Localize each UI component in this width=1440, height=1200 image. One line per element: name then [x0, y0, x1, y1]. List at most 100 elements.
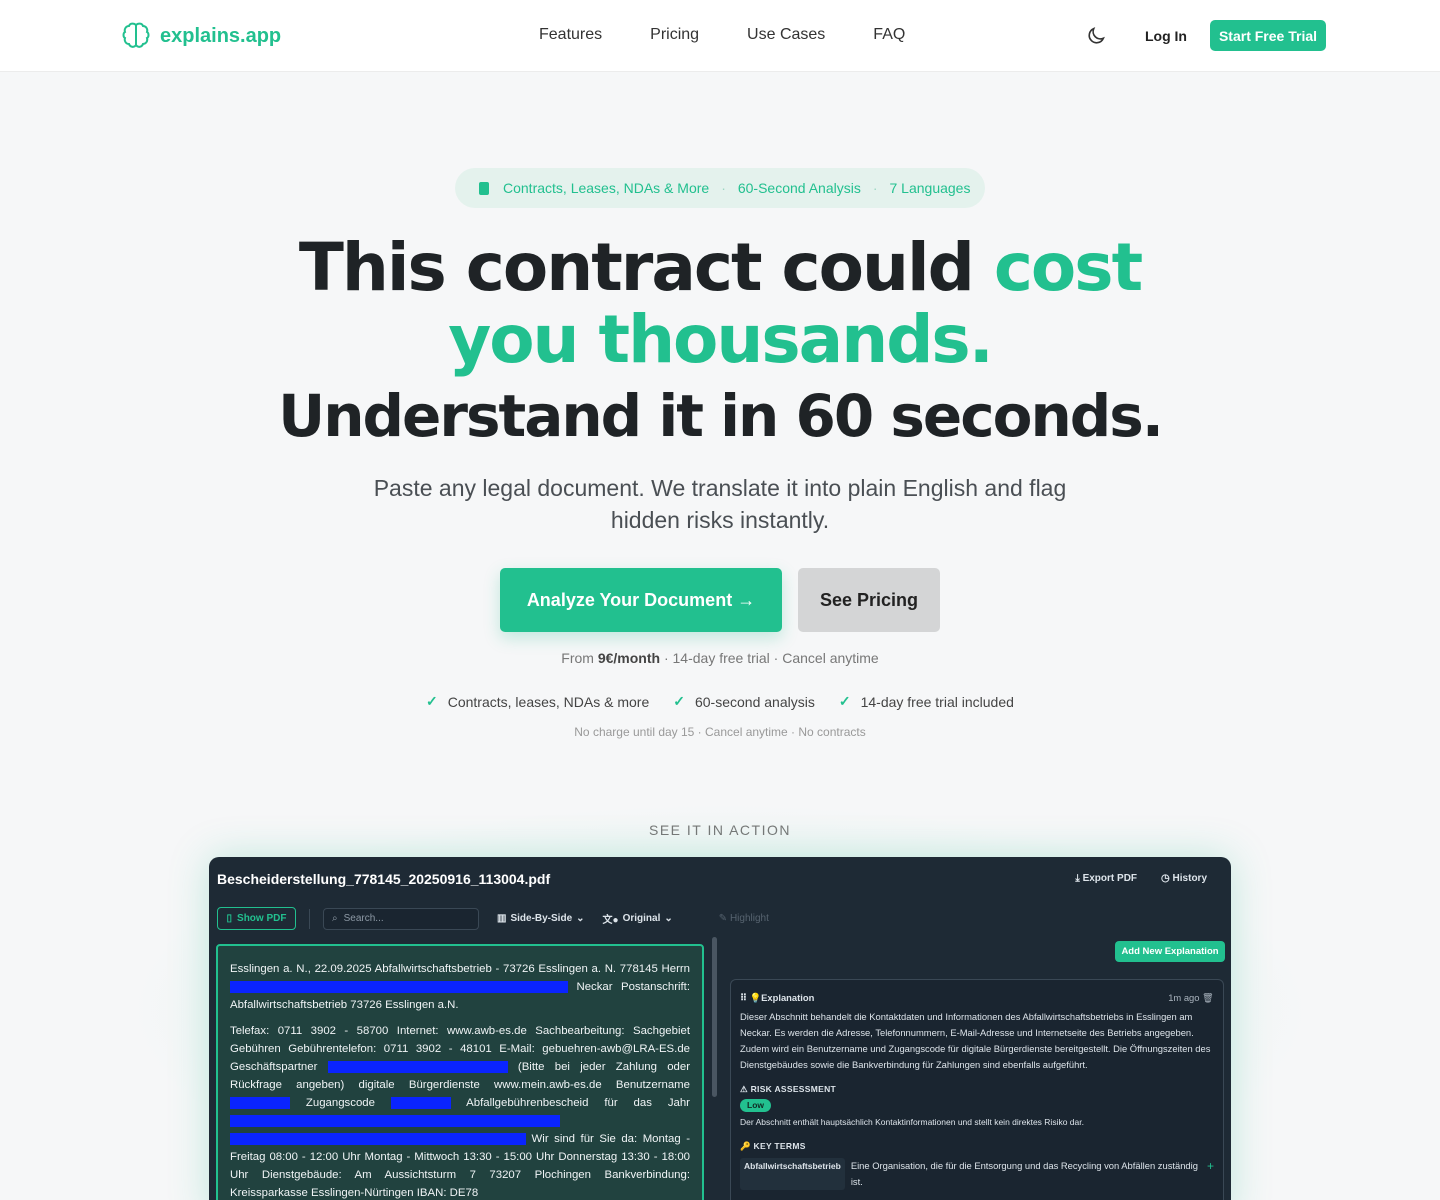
top-nav: explains.app Features Pricing Use Cases … [0, 0, 1440, 72]
add-explanation-button[interactable]: Add New Explanation [1115, 941, 1225, 962]
benefit-label: Contracts, leases, NDAs & more [447, 693, 650, 710]
export-pdf-label: Export PDF [1082, 873, 1138, 884]
pricing-note-suffix: · 14-day free trial · Cancel anytime [660, 650, 879, 666]
key-icon: 🔑 [740, 1141, 754, 1151]
start-trial-button[interactable]: Start Free Trial [1210, 20, 1326, 51]
language-label: Original [622, 913, 661, 924]
lightbulb-icon: 💡 [749, 992, 762, 1003]
benefit-label: 60-second analysis [694, 693, 815, 710]
language-dropdown[interactable]: 文● Original ⌄ [603, 911, 673, 926]
redaction-mark [390, 1096, 451, 1109]
check-icon: ✓ [838, 693, 851, 709]
document-filename: Bescheiderstellung_778145_20250916_11300… [217, 871, 551, 887]
document-text-pane[interactable]: Esslingen a. N., 22.09.2025 Abfallwirtsc… [216, 944, 704, 1200]
brand-name: explains.app [160, 24, 282, 47]
toolbar: ▯ Show PDF ⌕ Search... ▥ Side-By-Side ⌄ 文● Or… [217, 907, 769, 930]
benefit-item: ✓ 60-second analysis [673, 693, 815, 710]
columns-icon: ▥ [497, 913, 507, 924]
nav-link-features[interactable]: Features [539, 26, 602, 44]
document-text: Abfallgebührenbescheid für das Jahr [466, 1097, 690, 1109]
benefit-item: ✓ 14-day free trial included [839, 693, 1014, 710]
trash-icon[interactable]: 🗑 [1202, 992, 1214, 1003]
explanation-body: Dieser Abschnitt behandelt die Kontaktda… [740, 1011, 1211, 1070]
document-paragraph: Telefax: 0711 3902 - 58700 Internet: www… [230, 1022, 690, 1200]
plus-icon[interactable]: + [1207, 1158, 1214, 1190]
key-terms-heading: 🔑 KEY TERMS [740, 1138, 1214, 1154]
pill-separator: · [872, 180, 878, 196]
risk-level-badge: Low [740, 1099, 771, 1112]
search-icon: ⌕ [332, 913, 338, 924]
redaction-mark [230, 1132, 526, 1145]
brain-icon [122, 22, 150, 48]
check-icon: ✓ [673, 693, 685, 709]
document-paragraph: Esslingen a. N., 22.09.2025 Abfallwirtsc… [230, 960, 690, 1014]
pricing-note-price: 9€/month [597, 650, 661, 666]
pricing-note-prefix: From [561, 650, 598, 666]
view-mode-label: Side-By-Side [510, 913, 573, 924]
explanation-header: ⠿ 💡Explanation 1m ago 🗑 [740, 990, 1214, 1006]
highlighter-icon: ✎ [718, 913, 730, 924]
file-icon: ▯ [226, 913, 233, 924]
hero-title-accent: cost [993, 229, 1143, 306]
fine-print: No charge until day 15 · Cancel anytime … [574, 725, 866, 739]
search-input[interactable]: ⌕ Search... [323, 907, 479, 930]
brand-logo[interactable]: explains.app [120, 20, 281, 52]
highlight-label: Highlight [729, 913, 769, 924]
translate-icon: 文● [602, 915, 619, 926]
explanation-timestamp: 1m ago 🗑 [1168, 990, 1214, 1006]
hero-subtitle: Paste any legal document. We translate i… [373, 475, 1067, 533]
app-actions: ⤓ Export PDF ◷ History [1075, 873, 1207, 884]
divider [309, 908, 310, 929]
nav-link-pricing[interactable]: Pricing [650, 26, 699, 44]
document-icon [479, 181, 489, 195]
pill-item: 7 Languages [889, 180, 971, 196]
show-pdf-button[interactable]: ▯ Show PDF [217, 907, 296, 930]
timestamp-text: 1m ago [1168, 992, 1200, 1003]
explanation-title: ⠿ 💡Explanation [740, 990, 814, 1006]
view-mode-dropdown[interactable]: ▥ Side-By-Side ⌄ [497, 913, 585, 924]
key-terms-heading-label: KEY TERMS [753, 1141, 806, 1151]
risk-heading: ⚠ RISK ASSESSMENT [740, 1081, 1214, 1097]
redaction-mark [230, 980, 568, 993]
pill-item: 60-Second Analysis [737, 180, 861, 196]
pill-item: Contracts, Leases, NDAs & More [503, 180, 710, 196]
clock-icon: ◷ [1161, 873, 1173, 884]
section-label: SEE IT IN ACTION [649, 822, 791, 838]
nav-links: Features Pricing Use Cases FAQ [539, 26, 953, 44]
key-term-chip: Abfallwirtschaftsbetrieb [740, 1158, 845, 1190]
benefit-label: 14-day free trial included [860, 693, 1014, 710]
risk-description: Der Abschnitt enthält hauptsächlich Kont… [740, 1117, 1084, 1127]
app-preview: Bescheiderstellung_778145_20250916_11300… [209, 857, 1231, 1200]
login-link[interactable]: Log In [1145, 28, 1187, 44]
explanation-card: ⠿ 💡Explanation 1m ago 🗑 Dieser Abschnitt… [730, 979, 1224, 1200]
analyze-document-button[interactable]: Analyze Your Document → [500, 568, 782, 632]
redaction-mark [230, 1114, 560, 1127]
hero-title-line-3: Understand it in 60 seconds. [278, 382, 1164, 450]
key-term-definition: Eine Organisation, die für die Entsorgun… [850, 1160, 1198, 1187]
download-icon: ⤓ [1075, 873, 1083, 884]
redaction-mark [230, 1096, 290, 1109]
feature-pill: Contracts, Leases, NDAs & More · 60-Seco… [455, 168, 985, 208]
hero-title-text: This contract could [298, 229, 994, 306]
see-pricing-button[interactable]: See Pricing [798, 568, 940, 632]
pricing-note: From 9€/month · 14-day free trial · Canc… [0, 650, 1440, 666]
benefit-item: ✓ Contracts, leases, NDAs & more [426, 693, 649, 710]
search-placeholder: Search... [343, 913, 384, 924]
document-text: Zugangscode [305, 1097, 375, 1109]
check-icon: ✓ [426, 693, 438, 709]
highlight-button[interactable]: ✎ Highlight [719, 913, 769, 924]
risk-heading-label: RISK ASSESSMENT [750, 1084, 837, 1094]
export-pdf-button[interactable]: ⤓ Export PDF [1075, 873, 1137, 884]
moon-icon[interactable] [1085, 25, 1107, 52]
pill-separator: · [721, 180, 726, 196]
history-label: History [1172, 873, 1207, 884]
redaction-mark [327, 1060, 508, 1073]
benefit-list: ✓ Contracts, leases, NDAs & more ✓ 60-seco… [426, 693, 1014, 710]
nav-link-use-cases[interactable]: Use Cases [747, 26, 825, 44]
chevron-down-icon: ⌄ [664, 913, 673, 924]
nav-link-faq[interactable]: FAQ [873, 26, 905, 44]
hero-title-line-2: you thousands. [448, 301, 994, 378]
history-button[interactable]: ◷ History [1161, 873, 1207, 884]
explanation-title-label: Explanation [761, 992, 815, 1003]
scrollbar[interactable] [712, 937, 717, 1097]
